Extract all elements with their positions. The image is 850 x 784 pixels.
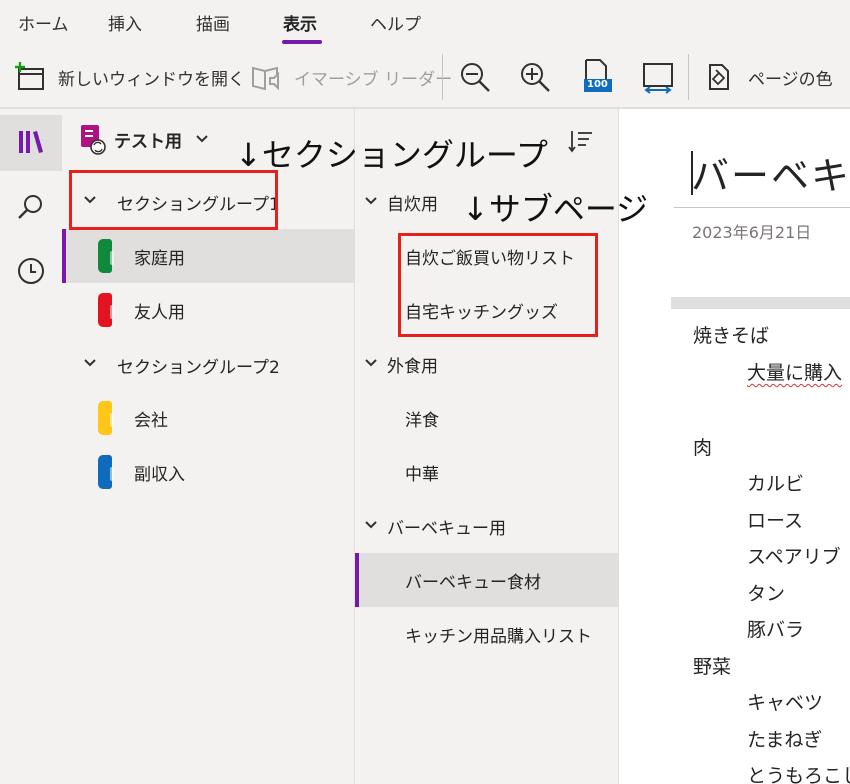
section-tab-icon	[98, 293, 114, 327]
section-label: 友人用	[134, 303, 185, 323]
page-label: 自炊用	[387, 195, 438, 215]
section-tab-icon	[98, 239, 114, 273]
note-line[interactable]: 大量に購入	[747, 358, 842, 385]
annotation-box-subpage	[398, 233, 598, 337]
section-group-label: セクショングループ2	[117, 358, 280, 378]
notebook-icon	[81, 125, 106, 155]
subpage-item[interactable]: 中華	[355, 445, 618, 499]
note-line[interactable]: ロース	[747, 506, 803, 533]
chevron-down-icon	[365, 359, 377, 367]
ribbon-tabs: ホーム 挿入 描画 表示 ヘルプ	[0, 0, 850, 46]
note-line[interactable]: カルビ	[747, 469, 804, 496]
rail-search-button[interactable]	[0, 179, 62, 235]
page-label: 洋食	[405, 411, 439, 431]
section-item-company[interactable]: 会社	[62, 391, 354, 445]
tab-help[interactable]: ヘルプ	[370, 10, 421, 35]
sort-icon[interactable]	[568, 129, 594, 155]
chevron-down-icon	[196, 135, 208, 143]
page-label: キッチン用品購入リスト	[405, 627, 592, 647]
zoom-100-button[interactable]: 100	[582, 58, 614, 94]
new-window-icon	[15, 62, 44, 90]
page-color-icon	[709, 64, 729, 90]
new-window-button[interactable]: 新しいウィンドウを開く	[14, 46, 245, 108]
annotation-box-section-group	[69, 170, 278, 230]
rail-notebooks-button[interactable]	[0, 115, 62, 171]
zoom-100-badge: 100	[587, 79, 608, 90]
toolbar: 新しいウィンドウを開く イマーシブ リーダー 100 ページの色	[0, 46, 850, 108]
zoom-in-icon[interactable]	[518, 60, 552, 94]
note-line[interactable]: たまねぎ	[747, 725, 822, 752]
notebooks-icon	[19, 131, 43, 153]
chevron-down-icon	[365, 521, 377, 529]
page-date: 2023年6月21日	[692, 223, 812, 242]
note-line[interactable]: 野菜	[693, 652, 731, 679]
note-line[interactable]: タン	[747, 579, 785, 606]
page-color-button[interactable]: ページの色	[704, 46, 833, 108]
note-line[interactable]: 焼きそば	[693, 321, 769, 348]
section-label: 家庭用	[134, 249, 185, 269]
new-window-label: 新しいウィンドウを開く	[58, 69, 245, 90]
zoom-out-icon[interactable]	[458, 60, 492, 94]
page-label: 中華	[405, 465, 439, 485]
title-rule	[674, 207, 850, 208]
chevron-down-icon	[84, 359, 96, 367]
page-title[interactable]: バーベキュー食材	[691, 145, 850, 200]
sections-pane: セクショングループ1 家庭用 友人用 セクショングループ2 会社 副収入	[62, 169, 354, 784]
navigation-rail	[0, 109, 62, 784]
tab-view[interactable]: 表示	[283, 10, 317, 35]
toolbar-separator	[442, 54, 443, 100]
search-icon	[18, 195, 42, 219]
page-width-icon[interactable]	[641, 60, 675, 94]
section-item-friends[interactable]: 友人用	[62, 283, 354, 337]
section-item-side-income[interactable]: 副収入	[62, 445, 354, 499]
chevron-down-icon	[365, 197, 377, 205]
note-line[interactable]: スペアリブ	[747, 542, 841, 569]
page-color-label: ページの色	[748, 69, 833, 90]
page-item-parent[interactable]: 外食用	[355, 337, 618, 391]
active-tab-indicator	[282, 40, 322, 44]
section-item-family[interactable]: 家庭用	[62, 229, 354, 283]
subpage-item-active[interactable]: バーベキュー食材	[355, 553, 618, 607]
tab-draw[interactable]: 描画	[196, 10, 230, 35]
clock-icon	[18, 258, 44, 284]
note-line[interactable]: 豚バラ	[747, 615, 804, 642]
page-label: 外食用	[387, 357, 438, 377]
notebook-selector[interactable]: テスト用	[78, 123, 210, 155]
notebook-name: テスト用	[114, 131, 182, 152]
immersive-reader-label: イマーシブ リーダー	[294, 69, 453, 90]
subpage-item[interactable]: 洋食	[355, 391, 618, 445]
note-line[interactable]: とうもろこし	[747, 761, 850, 784]
section-label: 副収入	[134, 465, 185, 485]
outline-container-bar[interactable]	[671, 297, 850, 309]
toolbar-separator	[688, 54, 689, 100]
note-line[interactable]: キャベツ	[747, 688, 823, 715]
immersive-reader-button[interactable]: イマーシブ リーダー	[250, 46, 452, 108]
page-canvas[interactable]: バーベキュー食材 2023年6月21日 焼きそば 大量に購入 肉 カルビ ロース…	[619, 109, 850, 784]
subpage-item[interactable]: キッチン用品購入リスト	[355, 607, 618, 661]
immersive-reader-icon	[252, 66, 279, 91]
section-tab-icon	[98, 455, 114, 489]
section-label: 会社	[134, 411, 168, 431]
page-item-parent[interactable]: バーベキュー用	[355, 499, 618, 553]
tab-insert[interactable]: 挿入	[108, 10, 142, 35]
annotation-subpage-label: ↓サブページ	[462, 190, 649, 228]
active-accent	[62, 229, 66, 283]
rail-recent-button[interactable]	[0, 243, 62, 299]
section-group-2[interactable]: セクショングループ2	[62, 337, 354, 391]
note-line[interactable]: 肉	[693, 433, 712, 460]
page-label: バーベキュー食材	[405, 573, 541, 593]
section-tab-icon	[98, 401, 114, 435]
tab-home[interactable]: ホーム	[18, 10, 69, 35]
annotation-section-group-label: ↓セクショングループ	[235, 136, 548, 174]
active-accent	[355, 553, 359, 607]
page-label: バーベキュー用	[387, 519, 506, 539]
